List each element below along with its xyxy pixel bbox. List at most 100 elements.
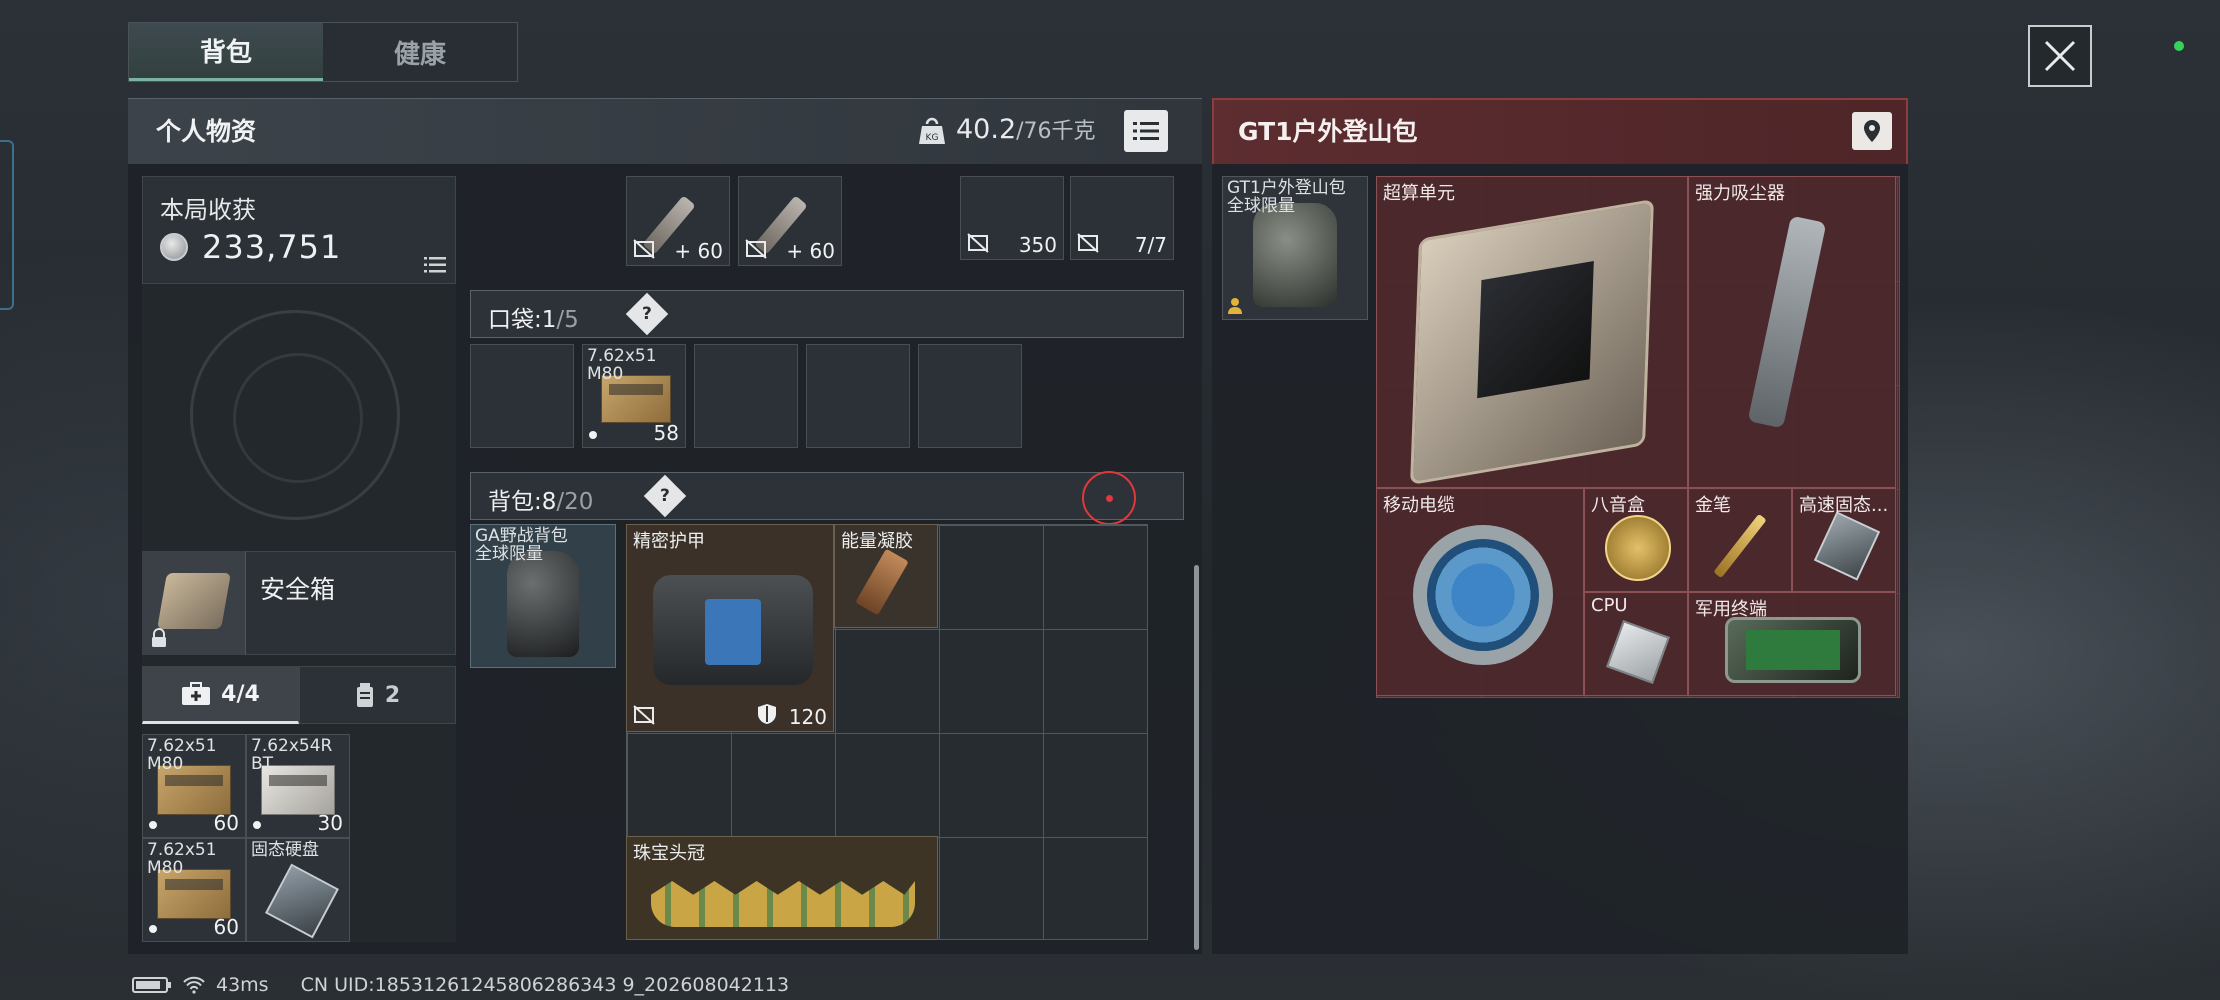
kit-slot[interactable]: 7.62x54R BT 30 [246,734,350,838]
loot-item-label: 金笔 [1695,495,1731,516]
ammo-dot-icon [589,431,597,439]
compute-unit-icon [1410,198,1654,486]
equipped-backpack-slot[interactable]: GA野战背包 全球限量 [470,524,616,668]
container-bag-slot[interactable]: GT1户外登山包 全球限量 [1222,176,1368,320]
pocket-item-label: 7.62x51 M80 [587,346,657,384]
status-bar: 43ms CN UID:18531261245806286343 9_20260… [132,972,789,998]
pocket-slot[interactable] [470,344,574,448]
loot-item-ssd[interactable]: 高速固态... [1792,488,1896,592]
ping-value: 43ms [216,974,269,996]
kit-item-count: 60 [213,915,239,939]
military-terminal-icon [1725,617,1861,683]
pocket-slot[interactable] [694,344,798,448]
weight-icon: KG [919,117,945,144]
tool-slot[interactable]: 7/7 [1070,176,1174,260]
loot-item-gold-pen[interactable]: 金笔 [1688,488,1792,592]
ammo-dot-icon [149,821,157,829]
loot-item-label: CPU [1591,595,1628,616]
crown-label: 珠宝头冠 [633,843,705,864]
pocket-slot[interactable] [806,344,910,448]
armor-label: 精密护甲 [633,531,705,552]
energy-gel-icon [855,548,909,616]
pocket-used: 1 [541,307,557,333]
connection-indicator [2174,41,2184,51]
pocket-slot[interactable] [918,344,1022,448]
tab-canister[interactable]: 2 [299,666,456,724]
canister-icon [356,683,373,707]
kit-slot[interactable]: 7.62x51 M80 60 [142,838,246,942]
music-box-icon [1605,515,1671,581]
loot-item-compute-unit[interactable]: 超算单元 [1376,176,1688,488]
battery-icon [132,977,171,993]
syringe-slot[interactable]: + 60 [738,176,842,266]
touch-dot [1106,495,1113,502]
medkit-icon [182,682,211,705]
container-location-button[interactable] [1852,112,1892,150]
kit-item-label: 7.62x51 M80 [147,840,217,878]
no-repair-icon [633,705,655,725]
panel-scrollbar[interactable] [1194,565,1199,950]
medkit-slot[interactable]: 350 [960,176,1064,260]
ammo-dot-icon [253,821,261,829]
owner-icon [1228,298,1242,314]
hiking-backpack-icon [1253,203,1337,307]
syringe-slot[interactable]: + 60 [626,176,730,266]
loot-item-vacuum[interactable]: 强力吸尘器 [1688,176,1896,488]
weight-current: 40.2 [956,114,1017,145]
wifi-icon [183,976,205,994]
main-tabs: 背包 健康 [128,22,518,82]
ssd-icon [265,863,339,939]
loot-item-label: 八音盒 [1591,495,1645,516]
pocket-total: /5 [556,307,579,333]
no-repair-icon [633,239,655,259]
kit-tabs: 4/4 2 [142,666,456,724]
no-repair-icon [745,239,767,259]
loot-details-icon[interactable] [424,256,446,274]
kit-item-label: 7.62x54R BT [251,736,333,774]
weight-capacity: /76千克 [1016,119,1096,144]
loot-item-cable-reel[interactable]: 移动电缆 [1376,488,1584,696]
loot-label: 本局收获 [160,196,256,224]
gold-pen-icon [1713,513,1767,579]
tab-medical-kit[interactable]: 4/4 [142,666,299,724]
ammo-dot-icon [149,925,157,933]
coin-icon [160,233,188,261]
kit-slot[interactable]: 固态硬盘 [246,838,350,942]
uid-text: CN UID:18531261245806286343 9_2026080421… [300,974,790,996]
loot-item-military-terminal[interactable]: 军用终端 [1688,592,1896,696]
pocket-slot[interactable]: 7.62x51 M80 58 [582,344,686,448]
help-icon: ? [660,486,670,506]
kit-item-label: 7.62x51 M80 [147,736,217,774]
loot-item-music-box[interactable]: 八音盒 [1584,488,1688,592]
touch-indicator [1082,471,1136,525]
backpack-total: /20 [556,489,594,515]
backpack-label: 背包:8/20 [488,482,593,516]
backpack-item-armor[interactable]: 精密护甲 120 [626,524,834,732]
backpack-title: 背包: [488,489,542,515]
loot-item-cpu[interactable]: CPU [1584,592,1688,696]
weight-readout: 40.2/76千克 [956,113,1096,145]
no-repair-icon [967,233,989,253]
lock-icon [152,628,166,647]
syringe-heal-value: + 60 [786,239,835,263]
kit-item-label: 固态硬盘 [251,840,319,860]
faction-emblem [190,310,400,520]
vacuum-icon [1747,215,1827,429]
close-icon [2044,40,2076,72]
equipped-backpack-label: GA野战背包 全球限量 [475,526,568,564]
kit-slot[interactable]: 7.62x51 M80 60 [142,734,246,838]
side-drawer-handle[interactable] [0,140,14,310]
gel-label: 能量凝胶 [841,531,913,552]
tab-backpack[interactable]: 背包 [129,23,323,81]
personal-title: 个人物资 [156,117,257,146]
pocket-label: 口袋:1/5 [488,300,579,334]
tab-health[interactable]: 健康 [323,23,517,81]
sort-list-button[interactable] [1124,110,1168,152]
backpack-item-gel[interactable]: 能量凝胶 [834,524,938,628]
backpack-item-crown[interactable]: 珠宝头冠 [626,836,938,940]
loot-item-label: 高速固态... [1799,495,1889,516]
loot-value: 233,751 [202,228,342,266]
close-button[interactable] [2028,25,2092,87]
armor-icon [653,575,813,685]
list-icon [1133,122,1159,140]
